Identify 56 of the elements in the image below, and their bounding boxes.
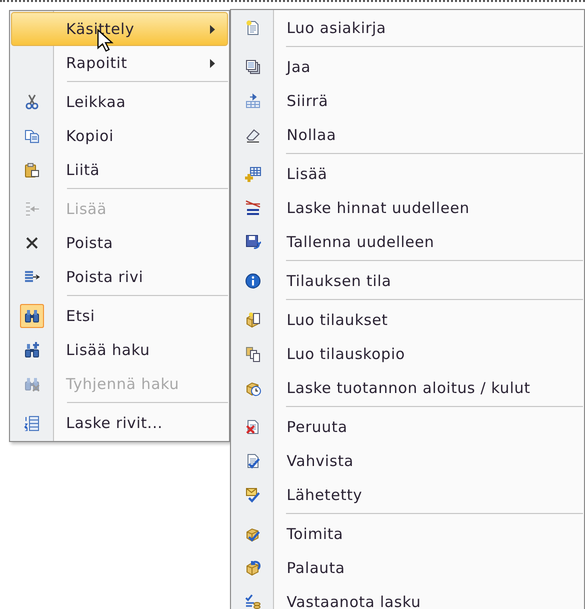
box-check-icon [244,526,261,542]
document-x-icon [244,419,261,435]
insert-row-icon [24,201,40,217]
menu-item[interactable]: Poista [11,226,228,260]
eraser-icon [244,127,261,143]
save-icon [244,234,261,250]
menu-item[interactable]: Nollaa [232,118,583,152]
info-icon [244,273,261,289]
stacked-pages-icon [244,59,261,75]
menu-item[interactable]: Siirrä [232,84,583,118]
numbered-list-icon [24,415,40,431]
menu-item[interactable]: Vastaanota lasku [232,585,583,609]
menu-item[interactable]: Poista rivi [11,260,228,294]
menu-item[interactable]: Liitä [11,153,228,187]
menu-item[interactable]: Tilauksen tila [232,264,583,298]
box-clock-icon [244,380,261,396]
menu-item[interactable]: Vahvista [232,444,583,478]
menu-item[interactable]: Luo tilauskopio [232,337,583,371]
envelope-check-icon [244,487,261,503]
copy-icon [24,128,40,144]
box-undo-icon [244,560,261,576]
menu-item[interactable]: Toimita [232,517,583,551]
copy-documents-icon [244,346,261,362]
menu-item[interactable]: Etsi [11,299,228,333]
delete-row-icon [24,269,40,285]
menu-item[interactable]: Peruuta [232,410,583,444]
menu-item[interactable]: Käsittely [11,12,228,46]
menu-item[interactable]: Laske rivit... [11,406,228,440]
new-document-icon [244,20,261,36]
check-coins-icon [244,594,261,609]
menu-item[interactable]: Lisää [232,157,583,191]
binoculars-plus-icon [24,342,40,358]
menu-item[interactable]: Rapoitit [11,46,228,80]
menu-item[interactable]: Palauta [232,551,583,585]
price-icon [244,200,261,216]
submenu-arrow-icon [210,58,215,68]
document-check-icon [244,453,261,469]
binoculars-icon [24,308,40,324]
menu-item[interactable]: Laske hinnat uudelleen [232,191,583,225]
menu-item[interactable]: Lisää haku [11,333,228,367]
menu-item[interactable]: Luo tilaukset [232,303,583,337]
table-plus-icon [244,166,261,182]
submenu-arrow-icon [210,24,215,34]
scissors-icon [24,94,40,110]
new-order-icon [244,312,261,328]
binoculars-x-icon [24,376,40,392]
close-icon [24,235,40,251]
menu-item[interactable]: Tallenna uudelleen [232,225,583,259]
menu-item[interactable]: Jaa [232,50,583,84]
menu-item[interactable]: Leikkaa [11,85,228,119]
menu-item[interactable]: Kopioi [11,119,228,153]
menu-item[interactable]: Luo asiakirja [232,11,583,45]
clipboard-icon [24,162,40,178]
menu-item[interactable]: Lähetetty [232,478,583,512]
menu-item[interactable]: Laske tuotannon aloitus / kulut [232,371,583,405]
move-grid-icon [244,93,261,109]
